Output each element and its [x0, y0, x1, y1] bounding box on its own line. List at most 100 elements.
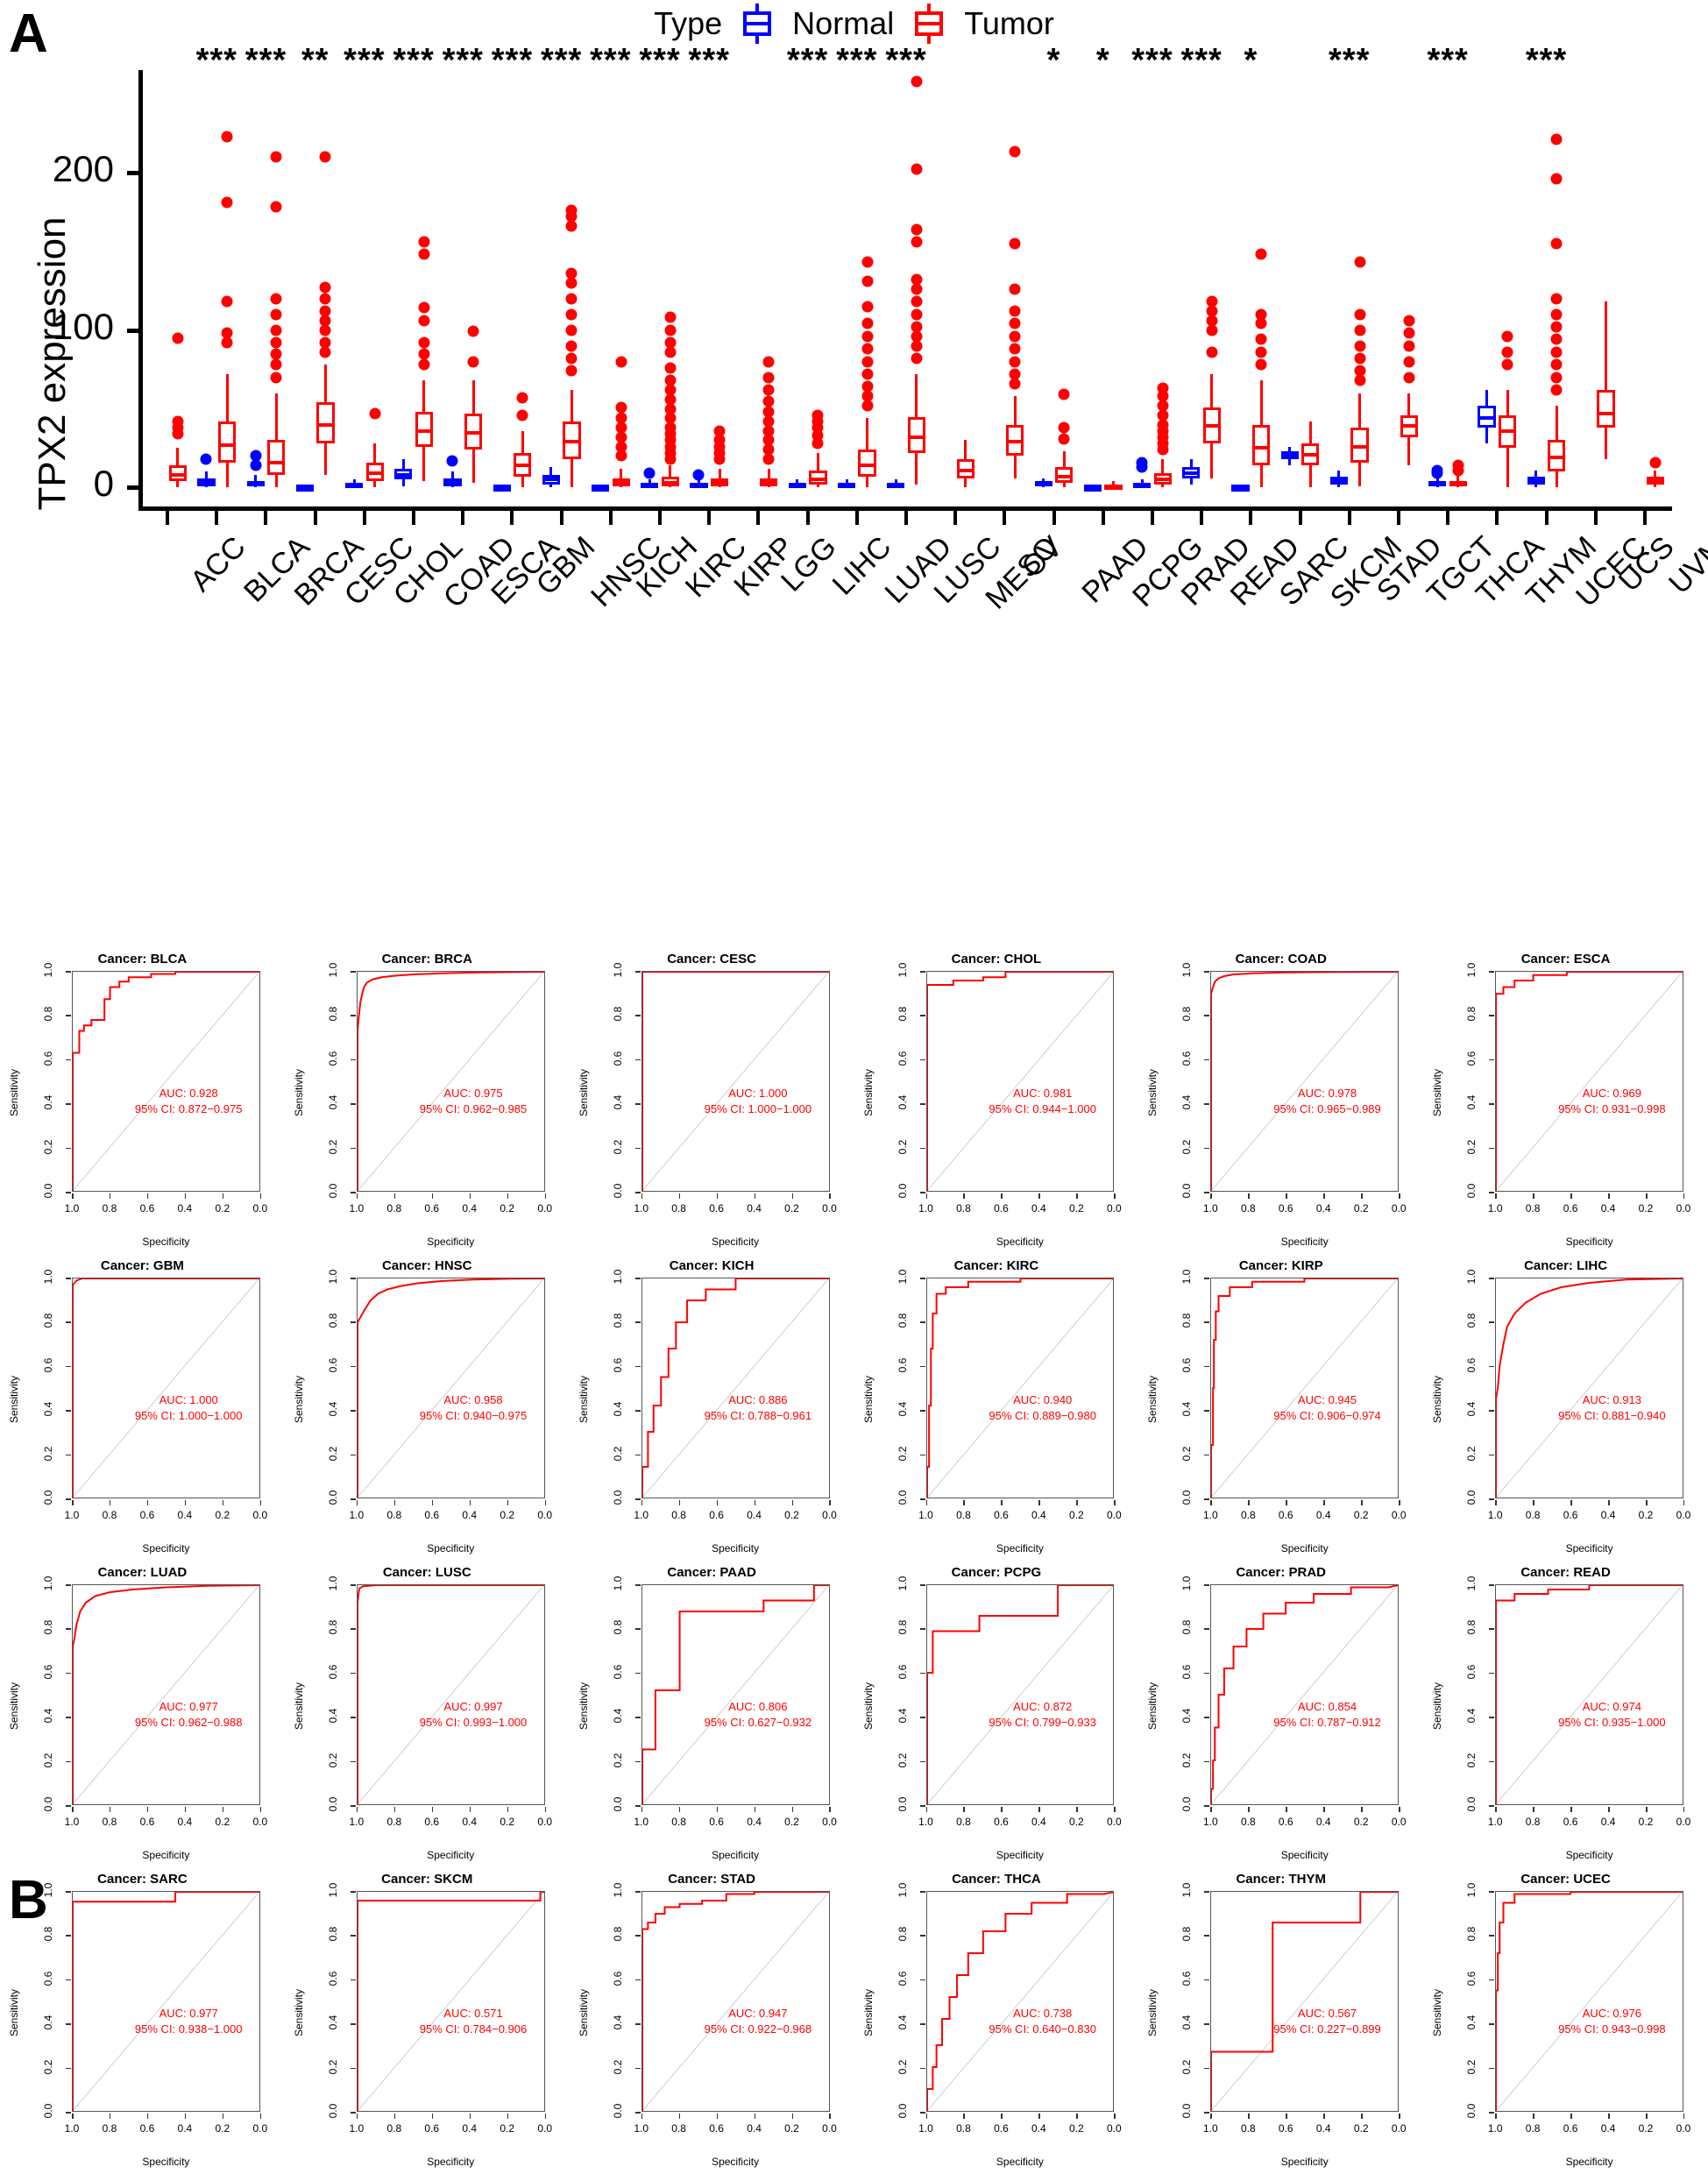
- boxplot-outlier-point: [319, 305, 331, 317]
- roc-plot-frame: [356, 1584, 545, 1805]
- roc-reference-diagonal: [73, 972, 259, 1191]
- roc-x-tick-mark: [184, 2114, 187, 2119]
- roc-y-tick-label: 0.2: [1180, 2059, 1194, 2074]
- boxplot-outlier-point: [615, 412, 627, 424]
- roc-auc-value: AUC: 0.571: [443, 2007, 503, 2021]
- roc-auc-annotation: AUC: 0.974 95% CI: 0.935−1.000: [1558, 1699, 1666, 1730]
- roc-y-tick-mark: [66, 1410, 71, 1412]
- boxplot-outlier-point: [911, 308, 923, 321]
- boxplot-outlier-point: [319, 151, 331, 163]
- roc-x-tick-label: 0.8: [1240, 1202, 1256, 1214]
- roc-y-tick-mark: [634, 1147, 641, 1150]
- roc-y-tick-mark: [350, 1935, 356, 1937]
- roc-x-tick-label: 1.0: [349, 1202, 365, 1214]
- roc-auc-value: AUC: 0.947: [728, 2007, 788, 2021]
- roc-y-tick-mark: [1204, 1454, 1210, 1456]
- roc-auc-value: AUC: 1.000: [159, 1393, 218, 1407]
- roc-panel: Cancer: READ Sensitivity 0.0 0.2 0.4 0.6 0.8 1.…: [1423, 1560, 1708, 1866]
- roc-x-tick-label: 0.8: [956, 1509, 971, 1521]
- roc-ci-value: 95% CI: 1.000−1.000: [134, 1408, 243, 1422]
- roc-auc-annotation: AUC: 0.567 95% CI: 0.227−0.899: [1273, 2006, 1381, 2036]
- roc-y-tick-label: 0.0: [611, 2103, 624, 2119]
- boxplot-outlier-point: [861, 343, 874, 355]
- boxplot-x-tick-mark: [854, 511, 859, 525]
- roc-x-tick-mark: [963, 2114, 965, 2119]
- boxplot-outlier-point: [1009, 145, 1021, 158]
- boxplot-outlier-point: [418, 348, 430, 360]
- roc-y-tick-label: 0.2: [1180, 1139, 1194, 1154]
- boxplot-outlier-point: [1550, 384, 1563, 396]
- roc-y-tick-mark: [1489, 1410, 1495, 1412]
- roc-x-tick-label: 0.6: [139, 1816, 155, 1828]
- roc-x-tick-label: 1.0: [64, 1816, 80, 1828]
- boxplot-outlier-point: [1550, 346, 1563, 358]
- roc-x-tick-label: 0.2: [1069, 1202, 1084, 1214]
- roc-x-tick-mark: [678, 2114, 681, 2119]
- roc-x-tick-mark: [1533, 1193, 1534, 1199]
- roc-x-tick-label: 0.4: [1031, 2122, 1046, 2135]
- roc-panel: Cancer: KIRC Sensitivity 0.0 0.2 0.4 0.6 0.8 1.…: [854, 1253, 1139, 1560]
- roc-ci-value: 95% CI: 0.940−0.975: [419, 1408, 528, 1422]
- roc-y-tick-mark: [634, 2067, 641, 2070]
- roc-plot-frame: [72, 971, 260, 1192]
- boxplot-outlier-point: [565, 352, 578, 365]
- roc-auc-value: AUC: 0.977: [159, 2007, 218, 2021]
- roc-x-tick-label: 0.4: [747, 1816, 762, 1828]
- roc-y-tick-label: 0.4: [896, 2015, 909, 2030]
- roc-curve-svg: [1211, 1892, 1398, 2111]
- roc-y-tick-mark: [919, 1717, 925, 1718]
- roc-y-tick-label: 0.6: [1180, 1971, 1194, 1986]
- roc-x-tick-label: 0.6: [1563, 1816, 1578, 1828]
- roc-x-tick-label: 0.8: [386, 1816, 402, 1828]
- roc-auc-value: AUC: 0.969: [1582, 1087, 1641, 1101]
- roc-auc-value: AUC: 0.854: [1297, 1700, 1357, 1714]
- boxplot-x-tick-mark: [1200, 511, 1204, 525]
- roc-x-tick-label: 0.2: [215, 1202, 230, 1214]
- roc-y-tick-mark: [350, 1498, 356, 1500]
- roc-x-tick-mark: [72, 1193, 74, 1199]
- roc-x-tick-mark: [963, 1807, 965, 1812]
- roc-y-tick-label: 0.2: [42, 1446, 54, 1461]
- boxplot-x-tick-mark: [1593, 511, 1598, 525]
- roc-x-tick-mark: [1114, 1500, 1116, 1505]
- roc-y-tick-label: 0.6: [42, 1051, 54, 1066]
- roc-x-axis-label: Specificity: [1565, 1849, 1613, 1861]
- roc-panel: Cancer: BRCA Sensitivity 0.0 0.2 0.4 0.6 0.8 1.…: [285, 946, 570, 1253]
- boxplot-outlier-point: [1354, 308, 1366, 321]
- roc-y-axis-label: Sensitivity: [292, 1068, 305, 1117]
- roc-x-tick-label: 0.2: [1638, 1816, 1654, 1828]
- roc-x-tick-label: 0.0: [1106, 1509, 1122, 1521]
- roc-y-tick-mark: [350, 1278, 356, 1279]
- roc-x-tick-label: 0.8: [671, 1816, 686, 1828]
- roc-y-tick-label: 0.4: [896, 1708, 909, 1724]
- boxplot-outlier-point: [270, 348, 282, 360]
- roc-x-tick-mark: [641, 1807, 643, 1812]
- boxplot-outlier-point: [664, 324, 677, 336]
- boxplot-outlier-point: [1255, 333, 1267, 345]
- boxplot-outlier-point: [713, 425, 726, 437]
- roc-x-tick-mark: [72, 2114, 74, 2119]
- boxplot-outlier-point: [911, 295, 923, 308]
- roc-plot-frame: [1210, 971, 1400, 1192]
- roc-x-axis-label: Specificity: [1280, 1236, 1329, 1248]
- roc-y-axis-label: Sensitivity: [8, 1068, 20, 1117]
- roc-x-tick-mark: [1114, 1193, 1116, 1199]
- roc-reference-diagonal: [642, 1585, 829, 1804]
- boxplot-outlier-point: [615, 356, 627, 368]
- roc-ci-value: 95% CI: 0.943−0.998: [1558, 2022, 1666, 2036]
- roc-x-tick-label: 0.6: [424, 2122, 440, 2135]
- roc-x-tick-mark: [1608, 2114, 1610, 2119]
- roc-x-tick-label: 0.6: [1278, 1509, 1293, 1521]
- roc-x-tick-label: 0.8: [1240, 1509, 1256, 1521]
- legend-item-tumor: Tumor: [964, 5, 1054, 41]
- roc-y-tick-mark: [919, 1628, 925, 1630]
- roc-y-tick-label: 0.8: [1180, 1620, 1194, 1635]
- roc-x-tick-label: 0.2: [500, 1202, 515, 1214]
- roc-reference-diagonal: [73, 1585, 259, 1804]
- roc-reference-diagonal: [642, 1892, 829, 2111]
- roc-panel: Cancer: PAAD Sensitivity 0.0 0.2 0.4 0.6 0.8 1.…: [570, 1560, 854, 1866]
- roc-y-tick-label: 0.0: [1465, 2103, 1478, 2119]
- roc-y-tick-label: 0.8: [42, 1314, 54, 1328]
- roc-y-axis-label: Sensitivity: [1431, 1375, 1444, 1424]
- roc-panel: Cancer: LUAD Sensitivity 0.0 0.2 0.4 0.6 0.8 1.…: [0, 1560, 285, 1866]
